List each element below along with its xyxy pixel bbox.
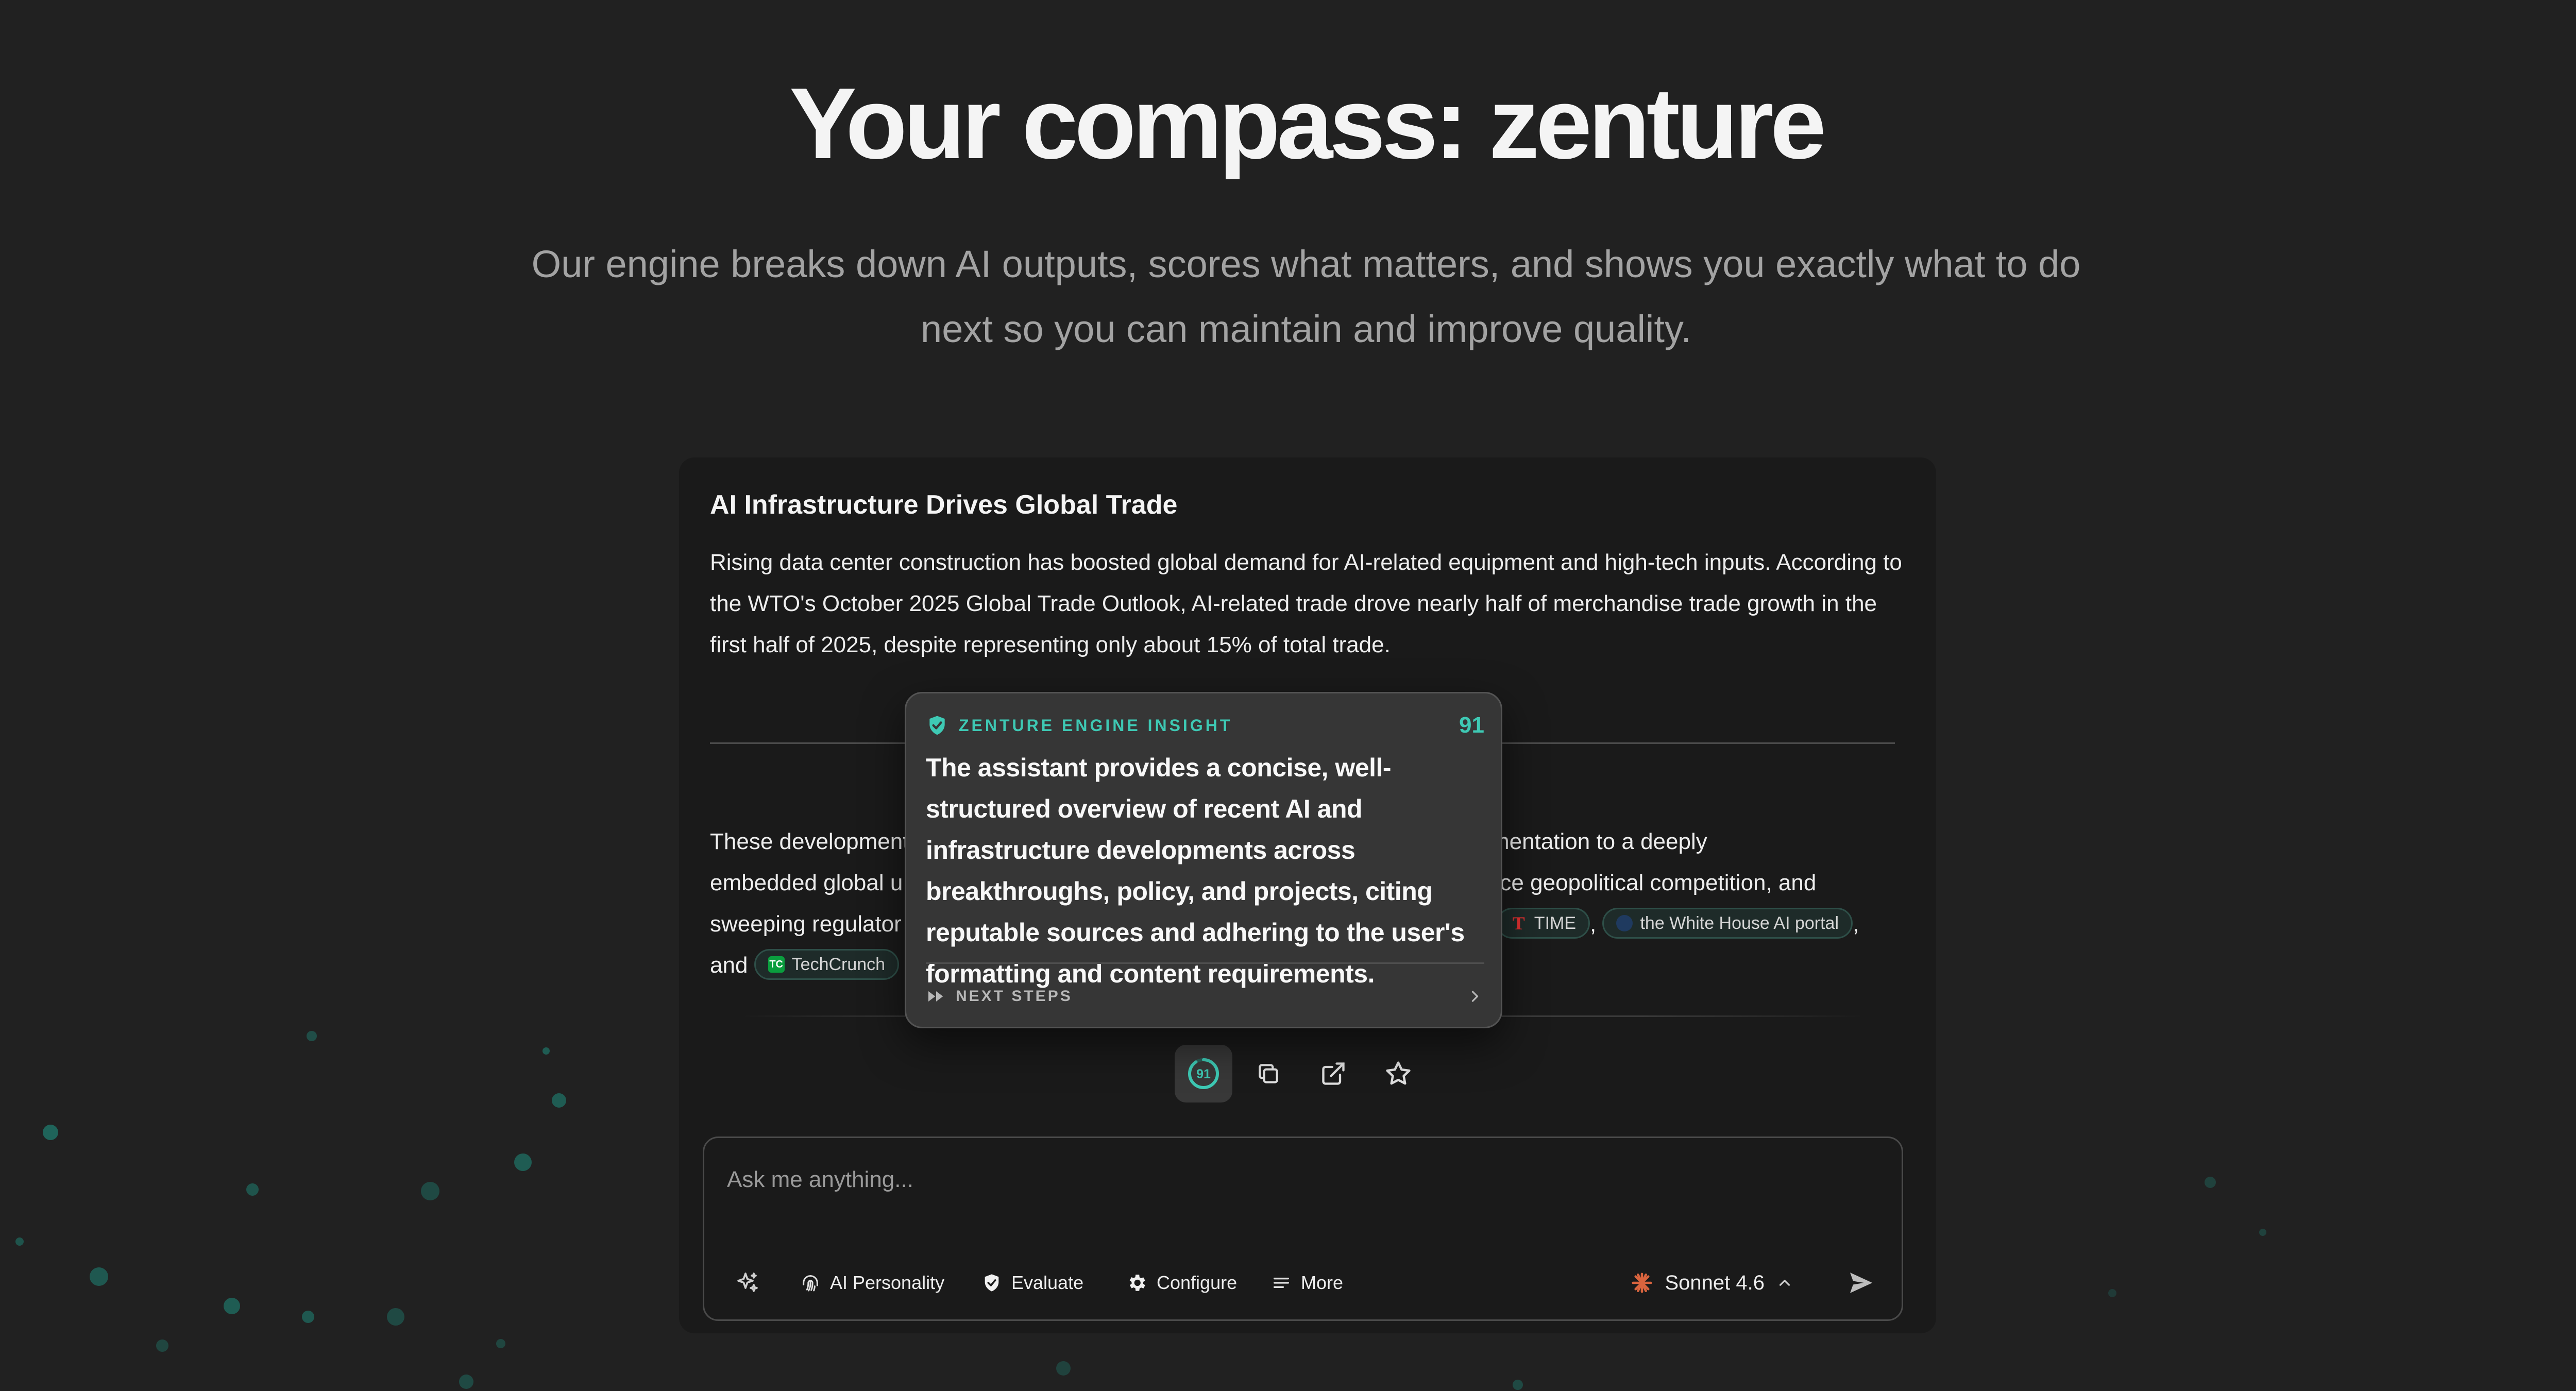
- insight-text: The assistant provides a concise, well-s…: [926, 753, 1465, 988]
- shield-check-icon: [985, 1274, 999, 1292]
- ai-personality-label: AI Personality: [830, 1272, 945, 1293]
- share-icon: [1322, 1062, 1345, 1085]
- shield-check-icon: [929, 716, 945, 735]
- score-ring-icon: 91: [1188, 1058, 1219, 1089]
- score-ring-value: 91: [1196, 1067, 1211, 1081]
- source-pill-techcrunch[interactable]: TC TechCrunch: [754, 949, 900, 980]
- model-selector[interactable]: Sonnet 4.6: [1630, 1260, 1794, 1306]
- insight-popover: ZENTURE ENGINE INSIGHT 91 The assistant …: [905, 692, 1502, 1028]
- model-name: Sonnet 4.6: [1665, 1271, 1765, 1294]
- source-pill-label: the White House AI portal: [1640, 913, 1839, 934]
- star-icon: [1386, 1061, 1411, 1085]
- insight-score: 91: [1459, 713, 1484, 738]
- more-label: More: [1301, 1272, 1344, 1293]
- comma: ,: [1853, 911, 1859, 937]
- comma: ,: [1590, 911, 1597, 937]
- sparkle-button[interactable]: [735, 1260, 760, 1306]
- techcrunch-logo-icon: TC: [768, 956, 785, 973]
- next-steps-button[interactable]: NEXT STEPS: [926, 976, 1484, 1017]
- open-external-button[interactable]: [1304, 1045, 1362, 1102]
- gear-icon: [1129, 1275, 1145, 1291]
- hero-subtitle: Our engine breaks down AI outputs, score…: [531, 243, 2081, 350]
- copy-icon: [1259, 1064, 1278, 1083]
- paragraph-2-and: and: [710, 953, 748, 978]
- next-steps-label: NEXT STEPS: [956, 988, 1073, 1005]
- configure-button[interactable]: Configure: [1126, 1260, 1237, 1306]
- send-icon: [1850, 1273, 1873, 1293]
- insight-divider: [926, 962, 1484, 964]
- evaluate-label: Evaluate: [1011, 1272, 1084, 1293]
- menu-lines-icon: [1274, 1278, 1289, 1288]
- white-house-logo-icon: [1616, 915, 1633, 932]
- chat-composer: AI Personality Evaluate Configure: [703, 1136, 1903, 1321]
- article-paragraph-1: Rising data center construction has boos…: [710, 550, 1902, 657]
- paragraph-2-mid-2: erce geopolitical competition, and: [1480, 870, 1817, 895]
- chat-input[interactable]: [727, 1162, 1860, 1198]
- score-button[interactable]: 91: [1175, 1045, 1232, 1102]
- send-button[interactable]: [1843, 1265, 1879, 1301]
- paragraph-2-line2-start: embedded global u: [710, 870, 903, 895]
- source-pill-label: TIME: [1534, 913, 1577, 934]
- source-pill-time[interactable]: T TIME: [1496, 908, 1590, 939]
- paragraph-2-line3-start: sweeping regulator: [710, 911, 902, 937]
- configure-label: Configure: [1157, 1272, 1238, 1293]
- insight-header: ZENTURE ENGINE INSIGHT 91: [926, 711, 1484, 740]
- insight-label: ZENTURE ENGINE INSIGHT: [959, 716, 1233, 735]
- time-logo-icon: T: [1512, 913, 1525, 934]
- fast-forward-icon: [928, 991, 943, 1002]
- ai-personality-button[interactable]: AI Personality: [800, 1260, 944, 1306]
- chevron-right-icon: [1471, 991, 1479, 1002]
- chevron-up-icon: [1779, 1280, 1790, 1286]
- more-button[interactable]: More: [1271, 1260, 1343, 1306]
- favorite-button[interactable]: [1369, 1045, 1427, 1102]
- source-pill-label: TechCrunch: [791, 955, 886, 975]
- copy-button[interactable]: [1240, 1045, 1297, 1102]
- source-pill-white-house[interactable]: the White House AI portal: [1602, 908, 1853, 939]
- article-title: AI Infrastructure Drives Global Trade: [710, 490, 1178, 520]
- response-actions: 91: [1175, 1045, 1463, 1107]
- paragraph-2-start: These developments: [710, 829, 921, 854]
- composer-toolbar: AI Personality Evaluate Configure More S…: [704, 1260, 1902, 1306]
- evaluate-button[interactable]: Evaluate: [981, 1260, 1083, 1306]
- hero-title: Your compass: zenture: [789, 67, 1826, 180]
- claude-starburst-icon: [1631, 1273, 1652, 1293]
- fingerprint-icon: [803, 1275, 818, 1292]
- page: Your compass: zenture Our engine breaks …: [0, 0, 2576, 1391]
- sparkle-icon: [737, 1273, 758, 1292]
